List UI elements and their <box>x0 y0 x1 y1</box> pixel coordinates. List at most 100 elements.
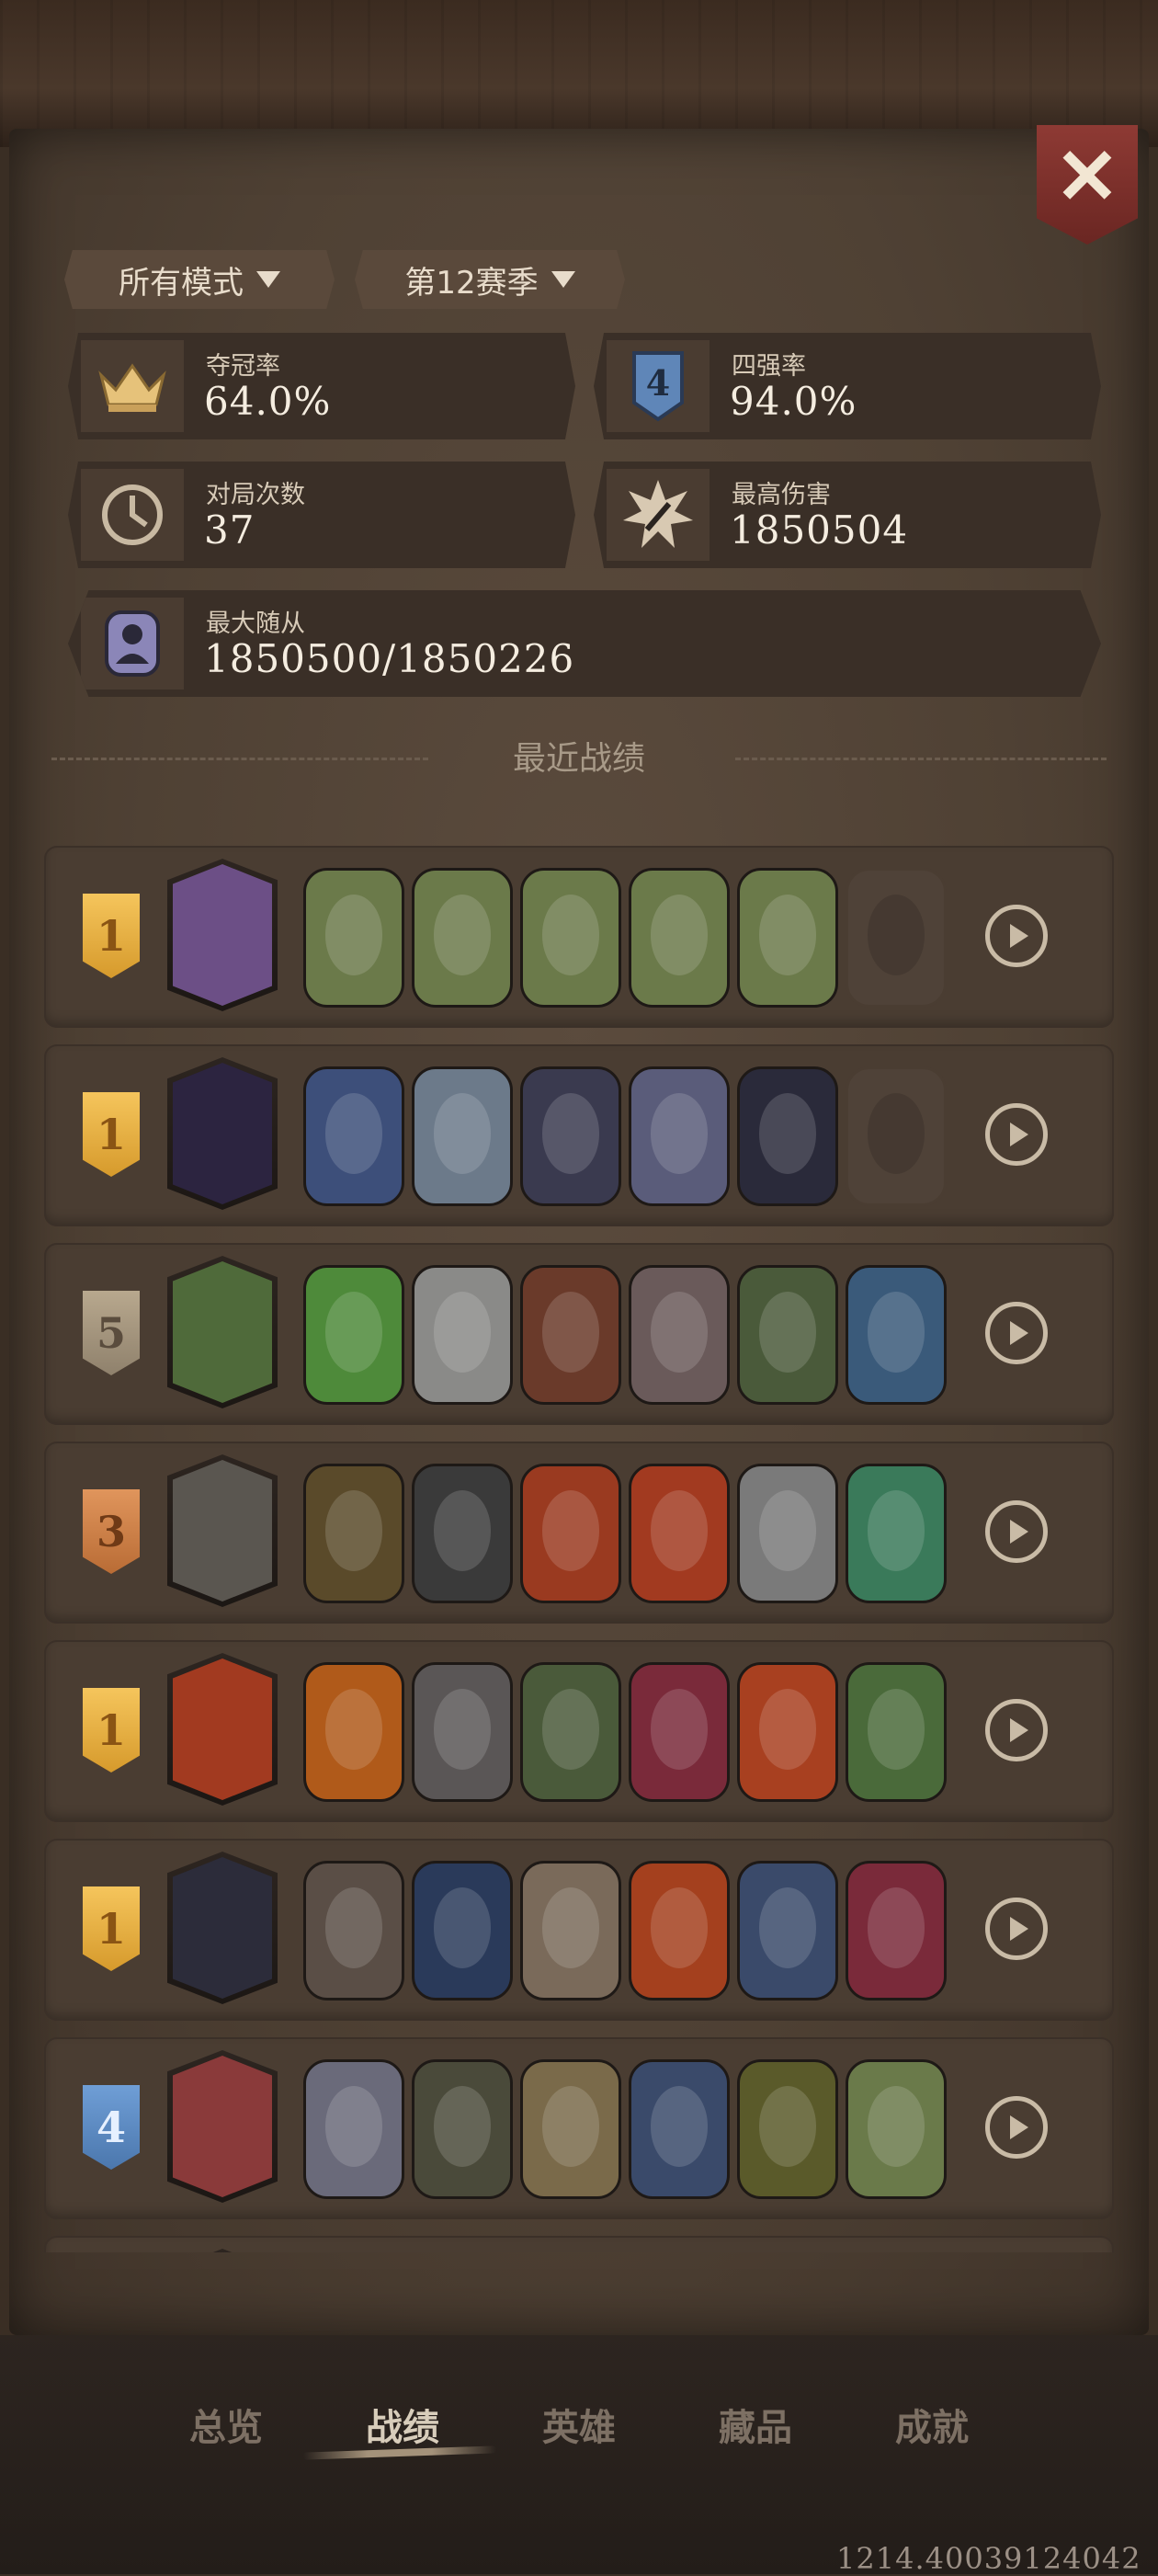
crown-icon <box>81 340 184 432</box>
stat-label: 最高伤害 <box>732 481 831 509</box>
minion-card[interactable] <box>629 1066 730 1206</box>
minion-card[interactable] <box>846 1265 947 1405</box>
minion-card[interactable] <box>303 868 404 1008</box>
placement-badge: 1 <box>83 1092 140 1177</box>
hero-portrait[interactable] <box>167 1454 278 1607</box>
placement-badge: 3 <box>83 1489 140 1574</box>
match-list[interactable]: 1 1 5 3 1 1 4 <box>44 846 1114 2252</box>
minion-portrait-icon <box>81 598 184 690</box>
minion-card[interactable] <box>629 1861 730 2000</box>
match-row[interactable]: 1 <box>44 1044 1114 1226</box>
minion-card[interactable] <box>520 1464 621 1603</box>
minion-card[interactable] <box>303 1662 404 1802</box>
minion-card[interactable] <box>303 1861 404 2000</box>
minion-card[interactable] <box>520 1066 621 1206</box>
minion-card[interactable] <box>846 2059 947 2199</box>
minion-card[interactable] <box>737 1662 838 1802</box>
hero-portrait[interactable] <box>167 859 278 1011</box>
stat-label: 最大随从 <box>206 610 305 638</box>
minion-card[interactable] <box>303 1464 404 1603</box>
minion-card[interactable] <box>629 1662 730 1802</box>
hero-portrait[interactable] <box>167 1653 278 1806</box>
season-filter-dropdown[interactable]: 第12赛季 <box>355 250 625 309</box>
stat-value: 1850504 <box>730 507 909 553</box>
replay-button[interactable] <box>985 1302 1048 1364</box>
minion-card[interactable] <box>303 1066 404 1206</box>
play-icon <box>1010 1123 1028 1146</box>
mode-filter-dropdown[interactable]: 所有模式 <box>64 250 335 309</box>
hero-portrait[interactable] <box>167 1852 278 2004</box>
stat-value: 37 <box>204 507 255 553</box>
stat-value: 94.0% <box>730 379 857 424</box>
stat-top4-rate: 4 四强率 94.0% <box>594 333 1101 439</box>
match-row[interactable]: 1 <box>44 846 1114 1028</box>
placement-badge: 1 <box>83 894 140 978</box>
replay-button[interactable] <box>985 1500 1048 1563</box>
replay-button[interactable] <box>985 1699 1048 1761</box>
minion-card[interactable] <box>412 2059 513 2199</box>
minion-card[interactable] <box>737 1265 838 1405</box>
minion-card[interactable] <box>412 1662 513 1802</box>
minion-lineup <box>303 1265 947 1407</box>
minion-card[interactable] <box>629 2059 730 2199</box>
match-row[interactable]: 1 <box>44 1640 1114 1822</box>
tab-achievements[interactable]: 成就 <box>868 2398 996 2451</box>
season-filter-label: 第12赛季 <box>404 264 539 302</box>
match-row[interactable]: 5 <box>44 1243 1114 1425</box>
minion-card[interactable] <box>412 1066 513 1206</box>
tab-collection[interactable]: 藏品 <box>691 2398 820 2451</box>
minion-card[interactable] <box>737 2059 838 2199</box>
mode-filter-label: 所有模式 <box>119 264 244 302</box>
match-row[interactable] <box>44 2236 1114 2252</box>
hero-portrait[interactable] <box>167 1057 278 1210</box>
minion-card[interactable] <box>846 1464 947 1603</box>
tab-records[interactable]: 战绩 <box>338 2398 467 2451</box>
minion-card[interactable] <box>412 1464 513 1603</box>
minion-card[interactable] <box>412 868 513 1008</box>
minion-card[interactable] <box>412 1265 513 1405</box>
placement-badge: 4 <box>83 2085 140 2170</box>
section-title: 最近战绩 <box>512 740 645 778</box>
match-row[interactable]: 3 <box>44 1442 1114 1624</box>
minion-card[interactable] <box>737 1861 838 2000</box>
minion-card[interactable] <box>520 868 621 1008</box>
minion-card[interactable] <box>629 1265 730 1405</box>
match-row[interactable]: 1 <box>44 1839 1114 2021</box>
minion-card[interactable] <box>520 1662 621 1802</box>
hero-portrait[interactable] <box>167 1256 278 1408</box>
minion-card[interactable] <box>846 1662 947 1802</box>
replay-button[interactable] <box>985 1103 1048 1166</box>
match-row[interactable]: 4 <box>44 2037 1114 2219</box>
tab-overview[interactable]: 总览 <box>162 2398 290 2451</box>
minion-card[interactable] <box>520 1265 621 1405</box>
stat-max-minion: 最大随从 1850500/1850226 <box>68 590 1101 697</box>
minion-lineup <box>303 1861 947 2002</box>
chevron-down-icon <box>551 271 575 288</box>
minion-card[interactable] <box>303 2059 404 2199</box>
replay-button[interactable] <box>985 1898 1048 1960</box>
minion-card[interactable] <box>520 2059 621 2199</box>
minion-card[interactable] <box>846 1861 947 2000</box>
hero-portrait[interactable] <box>167 2249 278 2252</box>
minion-lineup <box>303 868 947 1009</box>
minion-card[interactable] <box>737 868 838 1008</box>
replay-button[interactable] <box>985 905 1048 967</box>
minion-lineup <box>303 1464 947 1605</box>
sword-burst-icon <box>607 469 710 561</box>
stat-games-played: 对局次数 37 <box>68 462 575 568</box>
hero-portrait[interactable] <box>167 2050 278 2203</box>
play-icon <box>1010 924 1028 948</box>
tab-heroes[interactable]: 英雄 <box>515 2398 643 2451</box>
replay-button[interactable] <box>985 2096 1048 2159</box>
placement-badge: 5 <box>83 1291 140 1375</box>
minion-card[interactable] <box>303 1265 404 1405</box>
minion-card[interactable] <box>629 868 730 1008</box>
minion-card[interactable] <box>412 1861 513 2000</box>
stat-max-damage: 最高伤害 1850504 <box>594 462 1101 568</box>
minion-card[interactable] <box>520 1861 621 2000</box>
minion-card[interactable] <box>737 1066 838 1206</box>
empty-minion-slot <box>846 1066 947 1206</box>
minion-card[interactable] <box>629 1464 730 1603</box>
stat-label: 四强率 <box>732 352 806 381</box>
minion-card[interactable] <box>737 1464 838 1603</box>
